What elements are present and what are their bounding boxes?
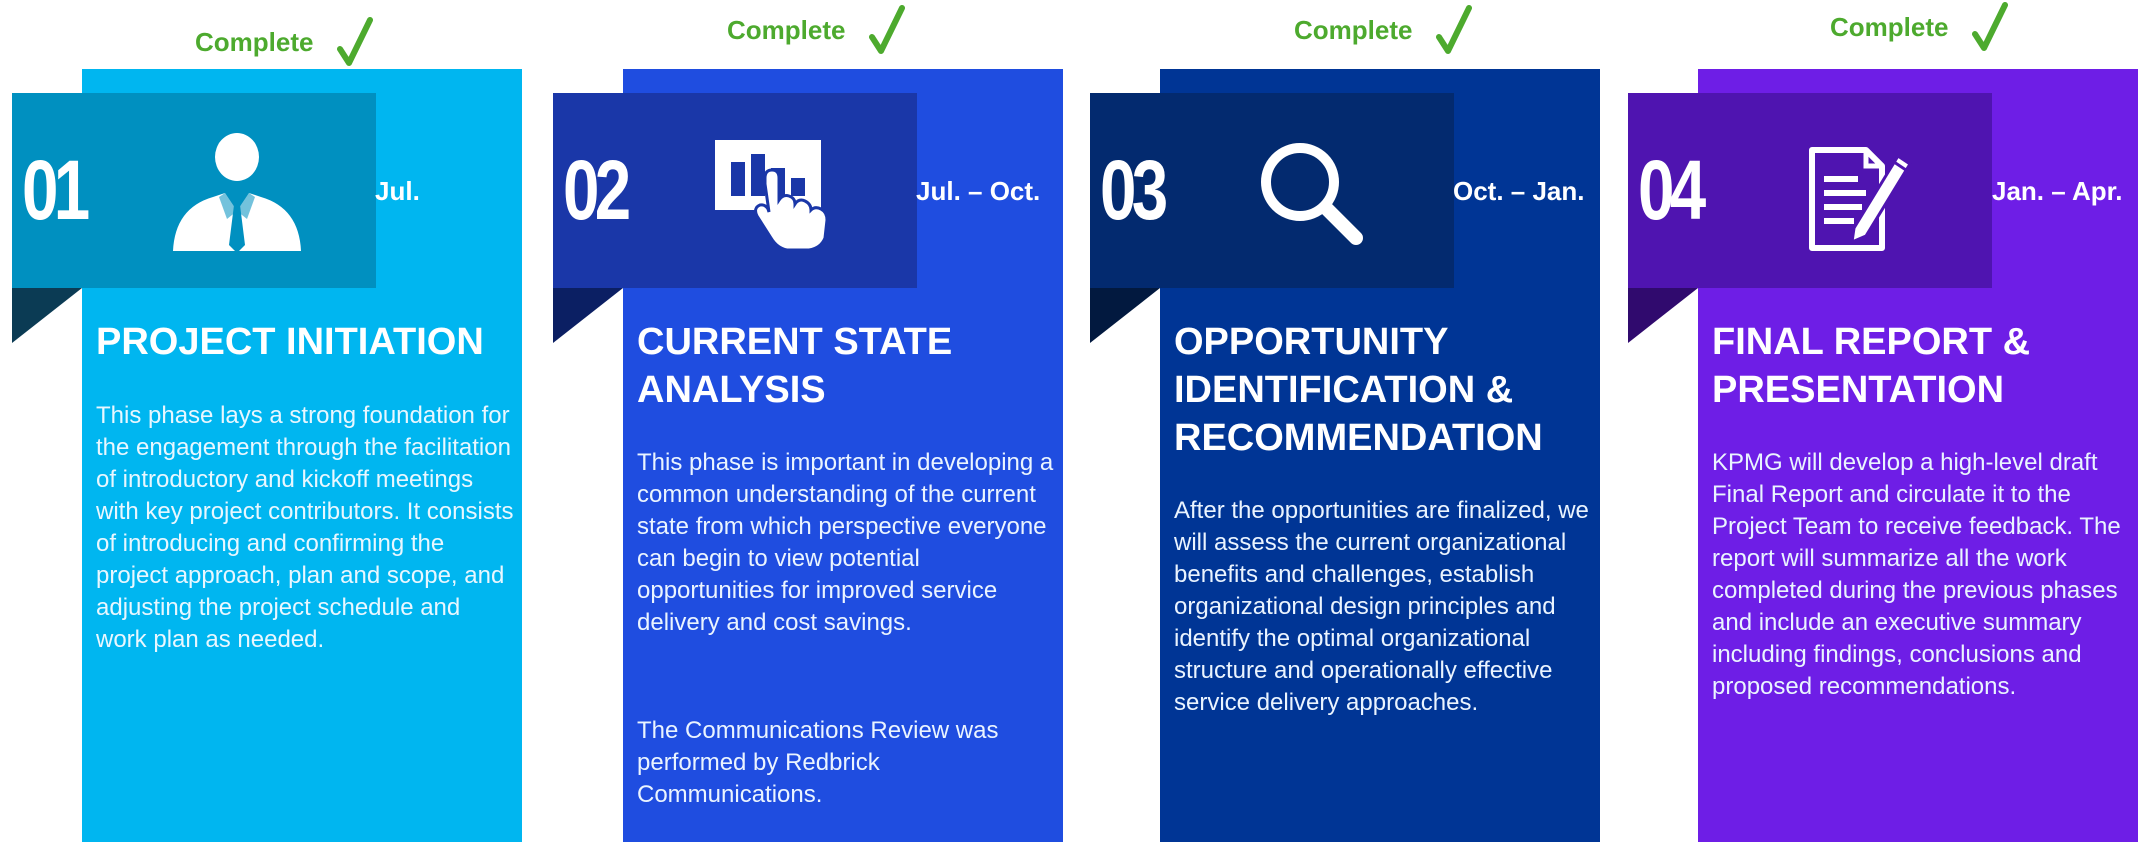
phase-card-2: Complete 02 Jul. – Oct. CURRENT STATE AN… <box>553 0 1073 842</box>
phase-number: 01 <box>22 143 90 237</box>
checkmark-icon <box>1436 5 1473 54</box>
header-fold <box>553 288 623 343</box>
phase-number: 04 <box>1638 143 1706 237</box>
header-fold <box>12 288 82 343</box>
status-label: Complete <box>1830 11 1949 42</box>
date-range: Jul. <box>375 176 420 206</box>
checkmark-icon <box>337 17 374 66</box>
date-range: Jan. – Apr. <box>1992 176 2123 206</box>
phase-card-3: Complete 03 Oct. – Jan. OPPORTUNITY IDEN… <box>1090 0 1610 842</box>
date-range: Jul. – Oct. <box>916 176 1041 206</box>
businessman-icon <box>173 133 301 253</box>
status-label: Complete <box>727 14 846 45</box>
phase-description: This phase lays a strong foundation for … <box>96 402 514 653</box>
phase-number: 02 <box>563 143 631 237</box>
status-row: Complete <box>195 12 374 72</box>
document-pen-icon <box>1809 147 1913 251</box>
phase-note: The Communications Review was performed … <box>637 717 999 808</box>
magnifier-icon <box>1261 143 1363 245</box>
status-row: Complete <box>1294 0 1473 60</box>
header-fold <box>1090 288 1160 343</box>
phase-card-1: Complete 01 Jul. PROJECT INITIATION This… <box>12 0 532 842</box>
phase-description: After the opportunities are finalized, w… <box>1174 497 1589 716</box>
date-range: Oct. – Jan. <box>1453 176 1585 206</box>
phase-description: KPMG will develop a high-level draft Fin… <box>1712 449 2121 700</box>
phase-number: 03 <box>1100 143 1168 237</box>
checkmark-icon <box>1972 2 2009 51</box>
chart-touch-icon <box>715 140 829 252</box>
phase-title: FINAL REPORT & PRESENTATION <box>1712 321 2031 411</box>
header-fold <box>1628 288 1698 343</box>
phase-card-4: Complete 04 Jan. – Apr. FINAL REPORT & P… <box>1628 0 2138 842</box>
status-label: Complete <box>1294 14 1413 45</box>
checkmark-icon <box>869 5 906 54</box>
status-label: Complete <box>195 26 314 57</box>
phase-title: OPPORTUNITY IDENTIFICATION & RECOMMENDAT… <box>1174 321 1543 459</box>
phase-title: CURRENT STATE ANALYSIS <box>637 321 953 411</box>
phase-description: This phase is important in developing a … <box>637 449 1054 636</box>
status-row: Complete <box>1830 0 2009 57</box>
phase-title: PROJECT INITIATION <box>96 321 484 363</box>
status-row: Complete <box>727 0 906 60</box>
